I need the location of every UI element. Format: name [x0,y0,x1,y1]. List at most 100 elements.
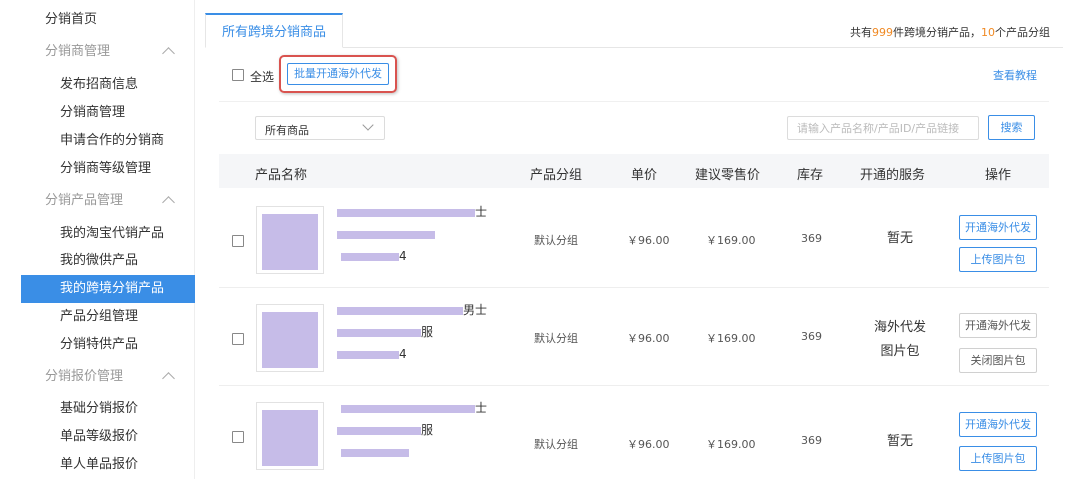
table-header: 产品名称 产品分组 单价 建议零售价 库存 开通的服务 操作 [219,154,1049,188]
enable-overseas-button[interactable]: 开通海外代发 [959,412,1037,437]
product-group: 默认分组 [534,332,578,345]
name-fragment: 4 [399,249,407,263]
summary-suffix: 个产品分组 [995,26,1050,39]
sidebar-item-label: 单品等级报价 [60,429,139,444]
sidebar-item-label: 基础分销报价 [60,401,139,416]
header-retail-price: 建议零售价 [695,168,761,183]
upload-image-pack-button[interactable]: 上传图片包 [959,446,1037,471]
header-services: 开通的服务 [860,168,926,183]
product-filter-select[interactable]: 所有商品 [255,116,385,140]
sidebar-item-label: 我的淘宝代销产品 [60,226,165,241]
service-line: 海外代发 [873,320,926,335]
search-button[interactable]: 搜索 [988,115,1035,140]
services: 海外代发 图片包 [860,316,940,364]
sidebar-item-taobao-products[interactable]: 我的淘宝代销产品 [21,220,195,248]
select-value: 所有商品 [265,124,309,137]
batch-enable-overseas-button[interactable]: 批量开通海外代发 [287,63,389,85]
sidebar-item-single-pricing[interactable]: 单人单品报价 [21,451,195,479]
chevron-up-icon [162,372,175,385]
select-all-checkbox[interactable] [232,69,244,81]
redacted-image [262,410,318,466]
product-group: 默认分组 [534,234,578,247]
row-checkbox[interactable] [232,235,244,247]
sidebar-item-label: 申请合作的分销商 [60,133,165,148]
sidebar-item-weigong-products[interactable]: 我的微供产品 [21,247,195,275]
service-line: 图片包 [880,344,920,359]
enable-overseas-button[interactable]: 开通海外代发 [959,215,1037,240]
sidebar-section-label: 分销商管理 [45,44,111,59]
sidebar-section-products[interactable]: 分销产品管理 [21,187,195,215]
unit-price: ￥96.00 [627,332,670,345]
product-name[interactable]: 士 4 [337,202,507,268]
sidebar-item-home[interactable]: 分销首页 [21,6,195,34]
unit-price: ￥96.00 [627,438,670,451]
chevron-up-icon [162,47,175,60]
sidebar-item-publish-recruit[interactable]: 发布招商信息 [21,71,195,99]
product-thumbnail[interactable] [256,304,324,372]
product-name[interactable]: 士 服 [337,398,507,464]
redacted-text [337,209,475,217]
sidebar-section-pricing[interactable]: 分销报价管理 [21,363,195,391]
product-name[interactable]: 男士 服 4 [337,300,507,366]
redacted-text [341,449,409,457]
header-unit-price: 单价 [631,168,658,183]
view-tutorial-link[interactable]: 查看教程 [993,67,1037,83]
sidebar-item-label: 分销特供产品 [60,337,139,352]
main-panel: 所有跨境分销商品 共有999件跨境分销产品，10个产品分组 全选 批量开通海外代… [205,8,1063,479]
sidebar-item-label: 分销商管理 [60,105,126,120]
sidebar-item-label: 产品分组管理 [60,309,139,324]
product-count: 999 [872,26,893,39]
header-product-name: 产品名称 [255,168,308,183]
services: 暂无 [860,227,940,251]
sidebar-item-label: 分销商等级管理 [60,161,152,176]
stock: 369 [801,330,822,343]
summary-middle: 件跨境分销产品， [893,26,981,39]
close-image-pack-button[interactable]: 关闭图片包 [959,348,1037,373]
row-checkbox[interactable] [232,431,244,443]
sidebar-section-label: 分销产品管理 [45,193,124,208]
upload-image-pack-button[interactable]: 上传图片包 [959,247,1037,272]
chevron-up-icon [162,196,175,209]
sidebar-section-distributor[interactable]: 分销商管理 [21,38,195,66]
name-fragment: 4 [399,347,407,361]
retail-price: ￥169.00 [706,332,756,345]
select-all-label: 全选 [250,70,275,84]
product-thumbnail[interactable] [256,206,324,274]
enable-overseas-button[interactable]: 开通海外代发 [959,313,1037,338]
stock: 369 [801,434,822,447]
redacted-text [337,329,421,337]
redacted-text [337,351,399,359]
group-count: 10 [981,26,995,39]
redacted-text [341,253,399,261]
redacted-text [337,427,421,435]
sidebar-item-crossborder-products[interactable]: 我的跨境分销产品 [21,275,195,303]
sidebar-item-label: 单人单品报价 [60,457,139,472]
sidebar-item-label: 分销首页 [45,12,98,27]
sidebar-item-label: 我的跨境分销产品 [60,281,165,296]
product-thumbnail[interactable] [256,402,324,470]
redacted-image [262,214,318,270]
sidebar-item-product-groups[interactable]: 产品分组管理 [21,303,195,331]
product-summary: 共有999件跨境分销产品，10个产品分组 [850,24,1050,40]
sidebar-item-distributor-manage[interactable]: 分销商管理 [21,99,195,127]
redacted-text [337,231,435,239]
sidebar: 分销首页 分销商管理 发布招商信息 分销商管理 申请合作的分销商 分销商等级管理… [21,0,195,479]
name-fragment: 服 [421,423,434,437]
search-input[interactable] [787,116,979,140]
services: 暂无 [860,430,940,454]
name-fragment: 士 [475,205,488,219]
header-stock: 库存 [797,168,824,183]
row-checkbox[interactable] [232,333,244,345]
sidebar-item-applications[interactable]: 申请合作的分销商 [21,127,195,155]
sidebar-item-special-products[interactable]: 分销特供产品 [21,331,195,359]
product-group: 默认分组 [534,438,578,451]
sidebar-item-distributor-levels[interactable]: 分销商等级管理 [21,155,195,183]
chevron-down-icon [362,119,374,131]
name-fragment: 服 [421,325,434,339]
table-row: 士 4 默认分组 ￥96.00 ￥169.00 369 暂无 开通海外代发 上传… [219,190,1049,288]
tab-all-crossborder[interactable]: 所有跨境分销商品 [205,13,344,48]
sidebar-item-level-pricing[interactable]: 单品等级报价 [21,423,195,451]
table-row: 士 服 默认分组 ￥96.00 ￥169.00 369 暂无 开通海外代发 上传… [219,386,1049,479]
sidebar-item-basic-pricing[interactable]: 基础分销报价 [21,395,195,423]
tab-bar: 所有跨境分销商品 共有999件跨境分销产品，10个产品分组 [205,13,1063,48]
